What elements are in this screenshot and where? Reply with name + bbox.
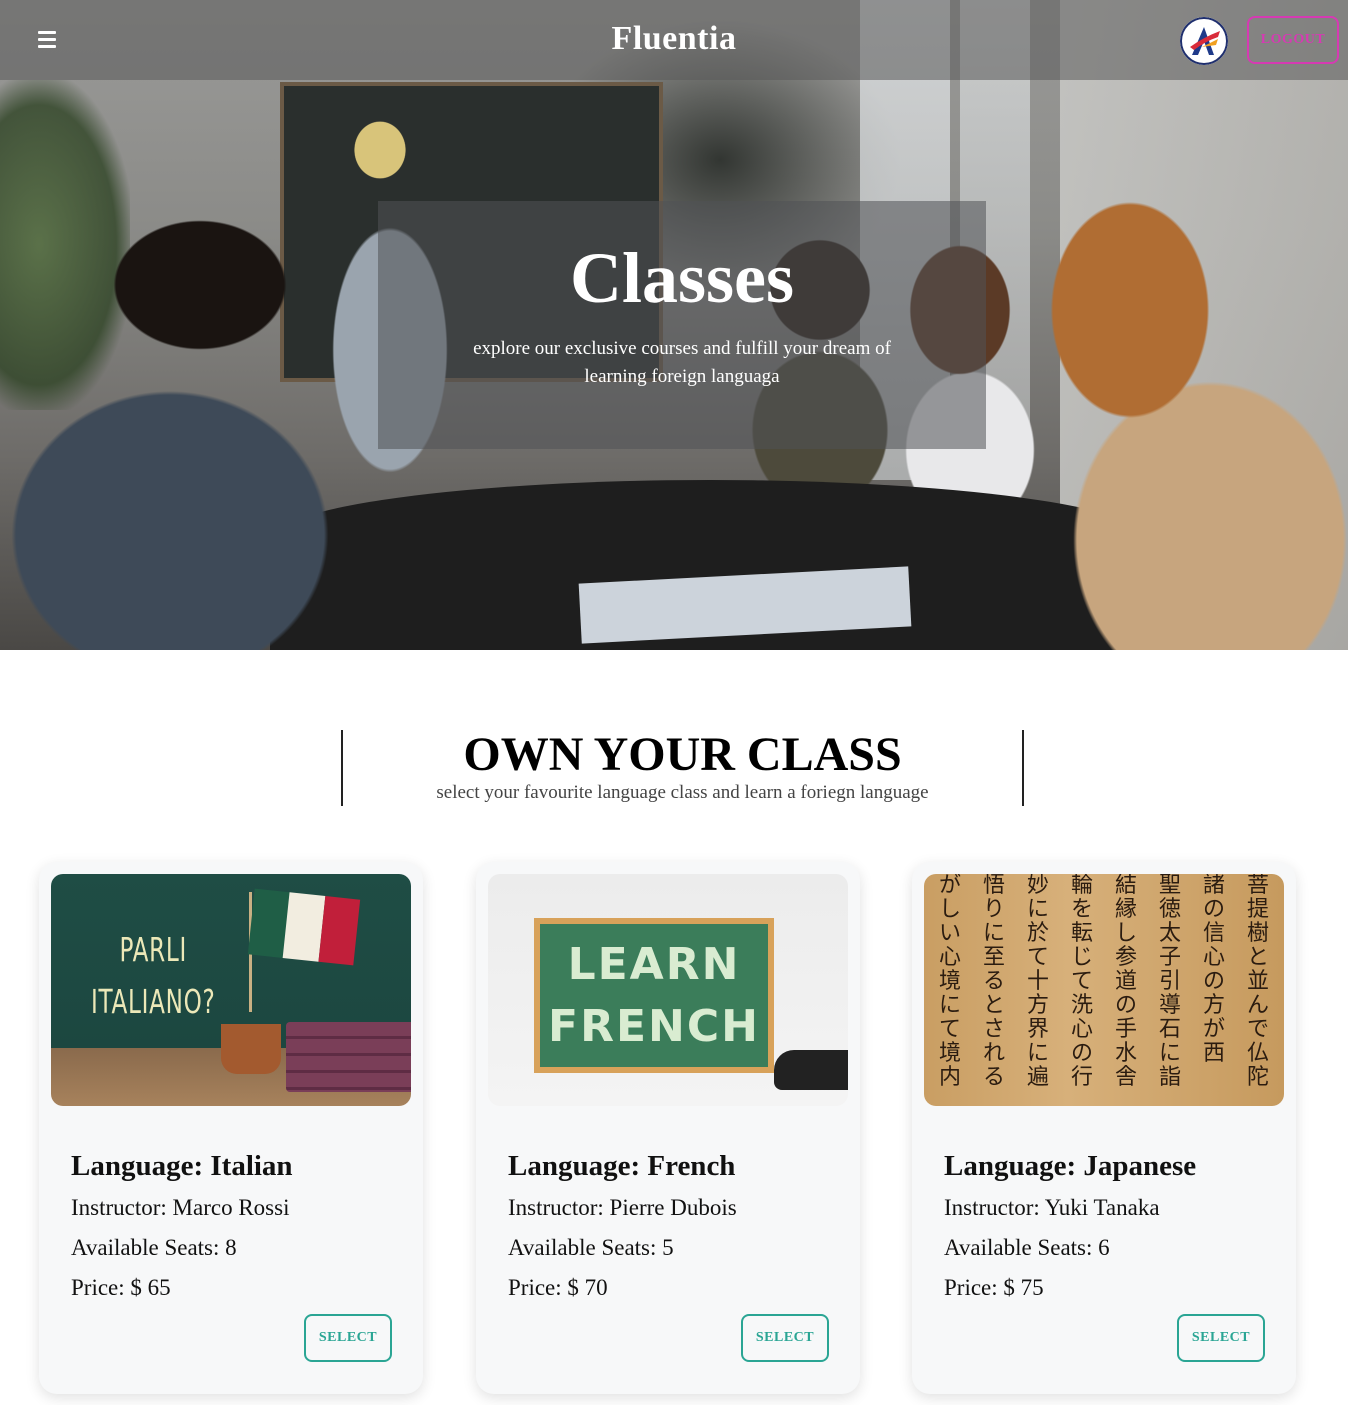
card-price: Price: $ 65 [71,1275,171,1300]
card-language: Language: Japanese [944,1150,1197,1182]
japanese-script-texture: 菩提樹と並んで仏陀 諸の信心の方々が西 聖徳太子引導石に詣 結縁し参道の手水舎 … [939,874,1269,1090]
class-image-japanese: 菩提樹と並んで仏陀 諸の信心の方々が西 聖徳太子引導石に詣 結縁し参道の手水舎 … [924,874,1284,1106]
top-navbar: Fluentia LOGOUT [0,0,1348,80]
class-image-italian: PARLI ITALIANO? [51,874,411,1106]
brand-title[interactable]: Fluentia [0,20,1348,58]
chalkboard-line-1: LEARN [567,939,741,990]
select-button-japanese[interactable]: SELECT [1177,1314,1265,1362]
card-instructor: Instructor: Yuki Tanaka [944,1195,1160,1220]
hero-banner: Classes explore our exclusive courses an… [0,0,1348,650]
card-seats: Available Seats: 6 [944,1235,1110,1260]
chalk-text: PARLI ITALIANO? [91,924,215,1028]
green-chalkboard: LEARN FRENCH [534,918,774,1073]
hero-subtitle: explore our exclusive courses and fulfil… [473,338,891,387]
logout-button[interactable]: LOGOUT [1247,16,1339,64]
select-button-italian[interactable]: SELECT [304,1314,392,1362]
chalk-line-2: ITALIANO? [91,982,216,1021]
select-button-french[interactable]: SELECT [741,1314,829,1362]
section-title: OWN YOUR CLASS [463,728,902,781]
chalkboard-text: LEARN FRENCH [540,934,768,1058]
pencil-cup [221,1024,281,1074]
card-instructor: Instructor: Pierre Dubois [508,1195,737,1220]
card-price: Price: $ 70 [508,1275,608,1300]
class-image-french: LEARN FRENCH [488,874,848,1106]
class-card-japanese: 菩提樹と並んで仏陀 諸の信心の方々が西 聖徳太子引導石に詣 結縁し参道の手水舎 … [912,862,1296,1394]
user-avatar[interactable] [1180,17,1228,65]
class-card-italian: PARLI ITALIANO? Language: Italian Instru… [39,862,423,1394]
card-language: Language: Italian [71,1150,293,1182]
section-heading: OWN YOUR CLASS select your favourite lan… [341,730,1024,806]
avatar-logo-icon [1180,17,1228,65]
books-stack [286,1022,411,1092]
card-seats: Available Seats: 5 [508,1235,674,1260]
card-instructor: Instructor: Marco Rossi [71,1195,290,1220]
card-seats: Available Seats: 8 [71,1235,237,1260]
chalk-line-1: PARLI [119,930,187,969]
chalkboard-line-2: FRENCH [548,1001,760,1052]
italian-flag-icon [247,888,361,966]
holding-hand [774,1050,848,1090]
hero-title: Classes [569,238,794,318]
class-card-french: LEARN FRENCH Language: French Instructor… [476,862,860,1394]
section-subtitle: select your favourite language class and… [436,782,929,803]
hero-bg-student-4 [1010,180,1348,650]
hero-text-panel: Classes explore our exclusive courses an… [378,201,986,449]
card-language: Language: French [508,1150,736,1182]
card-price: Price: $ 75 [944,1275,1044,1300]
